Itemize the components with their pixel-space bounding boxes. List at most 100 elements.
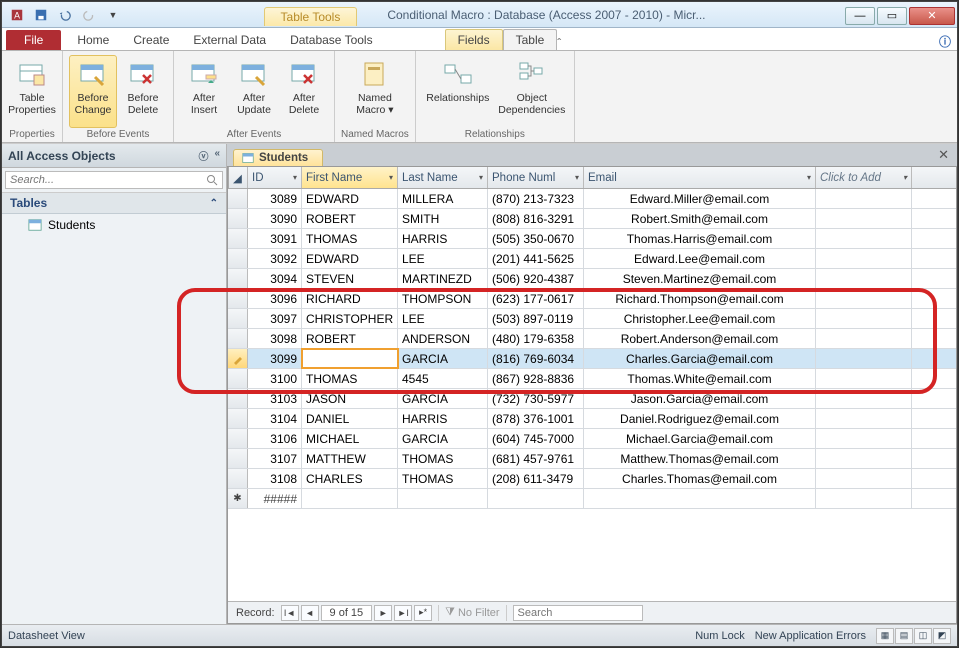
column-header-id[interactable]: ID▾ xyxy=(248,167,302,188)
cell-id[interactable]: 3092 xyxy=(248,249,302,268)
cell-ph[interactable]: (732) 730-5977 xyxy=(488,389,584,408)
cell-id[interactable]: 3104 xyxy=(248,409,302,428)
cell-id[interactable]: 3107 xyxy=(248,449,302,468)
cell-fn[interactable]: CHRISTOPHER xyxy=(302,309,398,328)
cell-ln[interactable]: HARRIS xyxy=(398,229,488,248)
cell-add[interactable] xyxy=(816,489,912,508)
cell-add[interactable] xyxy=(816,249,912,268)
table-row[interactable]: 3097CHRISTOPHERLEE(503) 897-0119Christop… xyxy=(228,309,956,329)
cell-ln[interactable]: SMITH xyxy=(398,209,488,228)
row-selector[interactable] xyxy=(228,449,248,468)
row-selector[interactable] xyxy=(228,349,248,368)
table-row[interactable]: 3108CHARLESTHOMAS(208) 611-3479Charles.T… xyxy=(228,469,956,489)
table-row[interactable]: 3107MATTHEWTHOMAS(681) 457-9761Matthew.T… xyxy=(228,449,956,469)
close-button[interactable]: ✕ xyxy=(909,7,955,25)
table-row[interactable]: 3098ROBERTANDERSON(480) 179-6358Robert.A… xyxy=(228,329,956,349)
cell-ln[interactable]: MILLERA xyxy=(398,189,488,208)
redo-icon[interactable] xyxy=(78,5,100,25)
cell-em[interactable]: Matthew.Thomas@email.com xyxy=(584,449,816,468)
cell-fn[interactable]: MATTHEW xyxy=(302,449,398,468)
cell-ln[interactable]: HARRIS xyxy=(398,409,488,428)
cell-add[interactable] xyxy=(816,229,912,248)
cell-fn[interactable] xyxy=(302,349,398,368)
cell-fn[interactable]: CHARLES xyxy=(302,469,398,488)
nav-group-tables[interactable]: Tables ⌃ xyxy=(2,193,226,214)
pivot-view-icon[interactable]: ▤ xyxy=(895,628,913,644)
help-icon[interactable]: ⓘ xyxy=(939,33,951,50)
before-delete-button[interactable]: Before Delete xyxy=(119,55,167,128)
select-all-header[interactable]: ◢ xyxy=(228,167,248,188)
cell-add[interactable] xyxy=(816,289,912,308)
cell-id[interactable]: 3103 xyxy=(248,389,302,408)
cell-ph[interactable]: (208) 611-3479 xyxy=(488,469,584,488)
table-row[interactable]: 3103JASONGARCIA(732) 730-5977Jason.Garci… xyxy=(228,389,956,409)
nav-pane-header[interactable]: All Access Objects ⓥ« xyxy=(2,144,226,168)
table-row[interactable]: 3090ROBERTSMITH(808) 816-3291Robert.Smit… xyxy=(228,209,956,229)
cell-add[interactable] xyxy=(816,329,912,348)
cell-id[interactable]: 3094 xyxy=(248,269,302,288)
after-insert-button[interactable]: After Insert xyxy=(180,55,228,128)
cell-ln[interactable]: GARCIA xyxy=(398,429,488,448)
cell-add[interactable] xyxy=(816,269,912,288)
minimize-button[interactable]: ― xyxy=(845,7,875,25)
cell-ln[interactable]: THOMAS xyxy=(398,469,488,488)
dropdown-icon[interactable]: ▾ xyxy=(293,173,297,182)
cell-em[interactable]: Thomas.Harris@email.com xyxy=(584,229,816,248)
grid-body[interactable]: 3089EDWARDMILLERA(870) 213-7323Edward.Mi… xyxy=(228,189,956,601)
cell-ln[interactable]: LEE xyxy=(398,249,488,268)
cell-ph[interactable]: (808) 816-3291 xyxy=(488,209,584,228)
table-properties-button[interactable]: Table Properties xyxy=(8,55,56,128)
cell-ln[interactable]: 4545 xyxy=(398,369,488,388)
file-tab[interactable]: File xyxy=(6,30,61,50)
dropdown-icon[interactable]: ▾ xyxy=(479,173,483,182)
cell-add[interactable] xyxy=(816,369,912,388)
table-row[interactable]: 3091THOMASHARRIS(505) 350-0670Thomas.Har… xyxy=(228,229,956,249)
access-app-icon[interactable]: A xyxy=(6,5,28,25)
dropdown-icon[interactable]: ▾ xyxy=(389,173,393,182)
fields-tab[interactable]: Fields xyxy=(445,29,503,50)
table-row[interactable]: 3094STEVENMARTINEZD(506) 920-4387Steven.… xyxy=(228,269,956,289)
cell-add[interactable] xyxy=(816,209,912,228)
nav-item-students[interactable]: Students xyxy=(2,214,226,236)
cell-ph[interactable]: (878) 376-1001 xyxy=(488,409,584,428)
cell-ph[interactable]: (503) 897-0119 xyxy=(488,309,584,328)
cell-em[interactable]: Christopher.Lee@email.com xyxy=(584,309,816,328)
cell-em[interactable]: Edward.Lee@email.com xyxy=(584,249,816,268)
table-row[interactable]: 3106MICHAELGARCIA(604) 745-7000Michael.G… xyxy=(228,429,956,449)
cell-em[interactable]: Michael.Garcia@email.com xyxy=(584,429,816,448)
document-close-button[interactable]: ✕ xyxy=(930,145,957,165)
cell-em[interactable]: Daniel.Rodriguez@email.com xyxy=(584,409,816,428)
cell-id[interactable]: 3099 xyxy=(248,349,302,368)
cell-fn[interactable]: STEVEN xyxy=(302,269,398,288)
cell-em[interactable]: Richard.Thompson@email.com xyxy=(584,289,816,308)
prev-record-button[interactable]: ◄ xyxy=(301,605,319,621)
cell-ln[interactable]: GARCIA xyxy=(398,389,488,408)
table-row[interactable]: 3099GARCIA(816) 769-6034Charles.Garcia@e… xyxy=(228,349,956,369)
cell-ph[interactable]: (870) 213-7323 xyxy=(488,189,584,208)
cell-em[interactable]: Jason.Garcia@email.com xyxy=(584,389,816,408)
cell-add[interactable] xyxy=(816,429,912,448)
cell-ln[interactable]: THOMPSON xyxy=(398,289,488,308)
chart-view-icon[interactable]: ◫ xyxy=(914,628,932,644)
cell-fn[interactable]: JASON xyxy=(302,389,398,408)
cell-fn[interactable]: EDWARD xyxy=(302,189,398,208)
after-update-button[interactable]: After Update xyxy=(230,55,278,128)
row-selector[interactable] xyxy=(228,229,248,248)
cell-ln[interactable]: LEE xyxy=(398,309,488,328)
cell-add[interactable] xyxy=(816,389,912,408)
create-tab[interactable]: Create xyxy=(121,30,181,50)
next-record-button[interactable]: ► xyxy=(374,605,392,621)
cell-id[interactable]: 3108 xyxy=(248,469,302,488)
row-selector[interactable] xyxy=(228,209,248,228)
column-header-email[interactable]: Email▾ xyxy=(584,167,816,188)
row-selector[interactable] xyxy=(228,369,248,388)
new-record-button[interactable]: ▸* xyxy=(414,605,432,621)
datasheet-view-icon[interactable]: ▦ xyxy=(876,628,894,644)
table-row[interactable]: 3100THOMAS4545(867) 928-8836Thomas.White… xyxy=(228,369,956,389)
home-tab[interactable]: Home xyxy=(65,30,121,50)
cell-fn[interactable]: MICHAEL xyxy=(302,429,398,448)
row-selector[interactable] xyxy=(228,469,248,488)
column-header-add[interactable]: Click to Add▾ xyxy=(816,167,912,188)
design-view-icon[interactable]: ◩ xyxy=(933,628,951,644)
cell-add[interactable] xyxy=(816,309,912,328)
